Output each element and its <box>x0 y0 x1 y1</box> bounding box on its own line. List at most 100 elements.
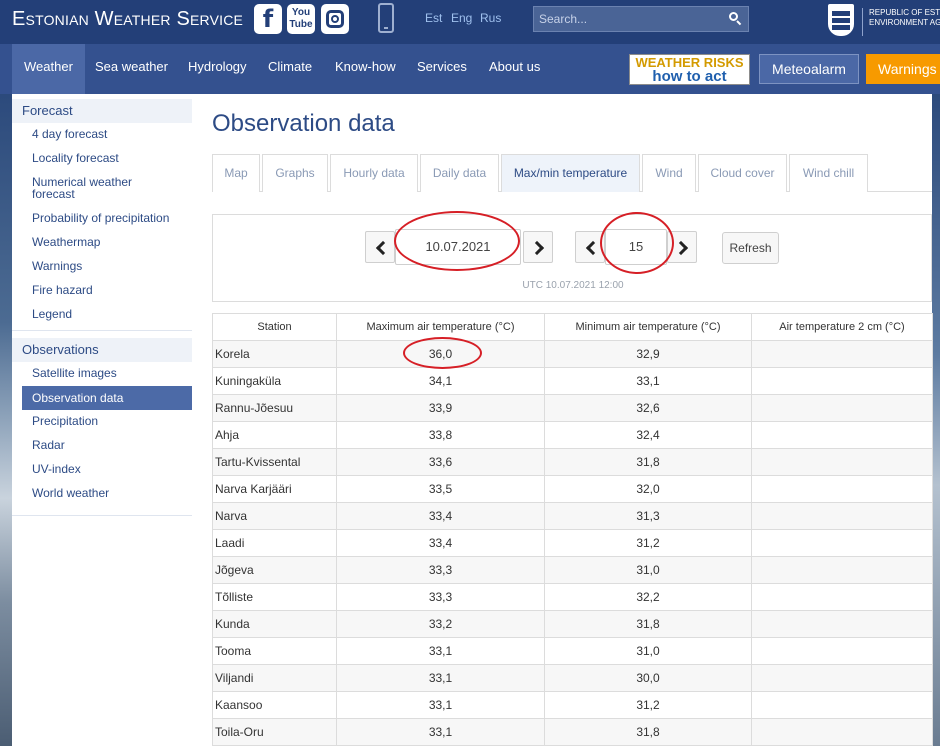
column-header-min-temp[interactable]: Minimum air temperature (°C) <box>544 313 752 341</box>
facebook-icon[interactable]: f <box>254 4 282 34</box>
lang-est-link[interactable]: Est <box>425 11 442 25</box>
tab-wind[interactable]: Wind <box>642 154 696 192</box>
sidebar-item-4-day-forecast[interactable]: 4 day forecast <box>22 128 192 140</box>
max-temp-cell: 33,6 <box>336 448 545 476</box>
max-temp-cell: 33,4 <box>336 502 545 530</box>
station-cell: Narva <box>212 502 337 530</box>
nav-item-know-how[interactable]: Know-how <box>335 44 396 94</box>
sidebar-item-legend[interactable]: Legend <box>22 308 192 320</box>
temp-2cm-cell <box>751 367 933 395</box>
table-row: Kaansoo 33,1 31,2 <box>212 691 933 719</box>
table-row: Toila-Oru 33,1 31,8 <box>212 718 933 746</box>
previous-day-button[interactable] <box>365 231 395 263</box>
agency-logo[interactable]: Republic of Estonia Environment Agency <box>862 8 940 36</box>
temp-2cm-cell <box>751 556 933 584</box>
station-cell: Rannu-Jõesuu <box>212 394 337 422</box>
agency-line2: Environment Agency <box>869 18 940 27</box>
tab-hourly-data[interactable]: Hourly data <box>330 154 418 192</box>
tab-cloud-cover[interactable]: Cloud cover <box>698 154 787 192</box>
meteoalarm-button[interactable]: Meteoalarm <box>759 54 859 84</box>
station-cell: Toila-Oru <box>212 718 337 746</box>
tab-daily-data[interactable]: Daily data <box>420 154 499 192</box>
agency-line1: Republic of Estonia <box>869 8 940 17</box>
max-temp-cell: 33,5 <box>336 475 545 503</box>
search-icon[interactable] <box>729 12 742 25</box>
sidebar-item-fire-hazard[interactable]: Fire hazard <box>22 284 192 296</box>
date-field[interactable]: 10.07.2021 <box>395 229 521 265</box>
sidebar-item-uv-index[interactable]: UV-index <box>22 463 192 475</box>
weather-risks-banner[interactable]: WEATHER RISKS how to act <box>629 54 750 85</box>
nav-item-weather[interactable]: Weather <box>12 44 85 94</box>
min-temp-cell: 30,0 <box>544 664 752 692</box>
table-row: Rannu-Jõesuu 33,9 32,6 <box>212 394 933 422</box>
warnings-button[interactable]: Warnings <box>866 54 940 84</box>
min-temp-cell: 31,0 <box>544 556 752 584</box>
lang-rus-link[interactable]: Rus <box>480 11 501 25</box>
column-header-station[interactable]: Station <box>212 313 337 341</box>
weather-risks-subtitle: how to act <box>652 68 727 85</box>
youtube-icon-line2: Tube <box>289 19 313 30</box>
sidebar-divider <box>12 330 192 331</box>
youtube-icon[interactable]: You Tube <box>287 4 315 34</box>
sidebar-item-radar[interactable]: Radar <box>22 439 192 451</box>
temp-2cm-cell <box>751 394 933 422</box>
sidebar-item-warnings[interactable]: Warnings <box>22 260 192 272</box>
tab-wind-chill[interactable]: Wind chill <box>789 154 868 192</box>
tab-graphs[interactable]: Graphs <box>262 154 328 192</box>
sidebar: Forecast 4 day forecast Locality forecas… <box>12 94 192 746</box>
sidebar-item-precipitation[interactable]: Precipitation <box>22 415 192 427</box>
min-temp-cell: 32,2 <box>544 583 752 611</box>
lang-eng-link[interactable]: Eng <box>451 11 472 25</box>
tab-bar: Map Graphs Hourly data Daily data Max/mi… <box>212 154 932 192</box>
station-cell: Tartu-Kvissental <box>212 448 337 476</box>
hour-field[interactable]: 15 <box>605 229 667 265</box>
column-header-temp-2cm[interactable]: Air temperature 2 cm (°C) <box>751 313 933 341</box>
sidebar-heading-forecast[interactable]: Forecast <box>12 99 192 123</box>
next-hour-button[interactable] <box>667 231 697 263</box>
sidebar-item-observation-data[interactable]: Observation data <box>22 386 192 410</box>
station-cell: Narva Karjääri <box>212 475 337 503</box>
previous-hour-button[interactable] <box>575 231 605 263</box>
min-temp-cell: 32,4 <box>544 421 752 449</box>
sidebar-item-locality-forecast[interactable]: Locality forecast <box>22 152 192 164</box>
refresh-button[interactable]: Refresh <box>722 232 779 264</box>
table-row: Kuningaküla 34,1 33,1 <box>212 367 933 395</box>
tab-map[interactable]: Map <box>212 154 260 192</box>
station-cell: Kuningaküla <box>212 367 337 395</box>
column-header-max-temp[interactable]: Maximum air temperature (°C) <box>336 313 545 341</box>
mobile-phone-icon[interactable] <box>378 3 394 33</box>
nav-item-services[interactable]: Services <box>417 44 467 94</box>
table-row: Tõlliste 33,3 32,2 <box>212 583 933 611</box>
sidebar-item-world-weather[interactable]: World weather <box>22 487 192 499</box>
max-temp-cell: 33,1 <box>336 664 545 692</box>
temp-2cm-cell <box>751 691 933 719</box>
sidebar-item-numerical-forecast[interactable]: Numerical weather forecast <box>22 176 152 200</box>
tab-max-min-temperature[interactable]: Max/min temperature <box>501 154 640 192</box>
site-logo[interactable]: Estonian Weather Service <box>12 8 243 31</box>
min-temp-cell: 31,2 <box>544 691 752 719</box>
station-cell: Viljandi <box>212 664 337 692</box>
station-cell: Ahja <box>212 421 337 449</box>
sidebar-heading-observations[interactable]: Observations <box>12 338 192 362</box>
table-row: Laadi 33,4 31,2 <box>212 529 933 557</box>
table-row: Tooma 33,1 31,0 <box>212 637 933 665</box>
observation-table: Station Maximum air temperature (°C) Min… <box>212 313 933 746</box>
nav-item-sea-weather[interactable]: Sea weather <box>95 44 168 94</box>
max-temp-cell: 33,3 <box>336 583 545 611</box>
temp-2cm-cell <box>751 718 933 746</box>
instagram-icon[interactable] <box>321 4 349 34</box>
station-cell: Tõlliste <box>212 583 337 611</box>
nav-item-about-us[interactable]: About us <box>489 44 540 94</box>
sidebar-item-satellite-images[interactable]: Satellite images <box>22 367 192 379</box>
sidebar-item-precipitation-probability[interactable]: Probability of precipitation <box>22 212 192 224</box>
nav-item-climate[interactable]: Climate <box>268 44 312 94</box>
table-row: Korela 36,0 32,9 <box>212 340 933 368</box>
station-cell: Tooma <box>212 637 337 665</box>
next-day-button[interactable] <box>523 231 553 263</box>
temp-2cm-cell <box>751 448 933 476</box>
sidebar-item-weathermap[interactable]: Weathermap <box>22 236 192 248</box>
temp-2cm-cell <box>751 637 933 665</box>
search-input[interactable] <box>534 7 724 31</box>
utc-timestamp: UTC 10.07.2021 12:00 <box>522 280 624 291</box>
nav-item-hydrology[interactable]: Hydrology <box>188 44 247 94</box>
